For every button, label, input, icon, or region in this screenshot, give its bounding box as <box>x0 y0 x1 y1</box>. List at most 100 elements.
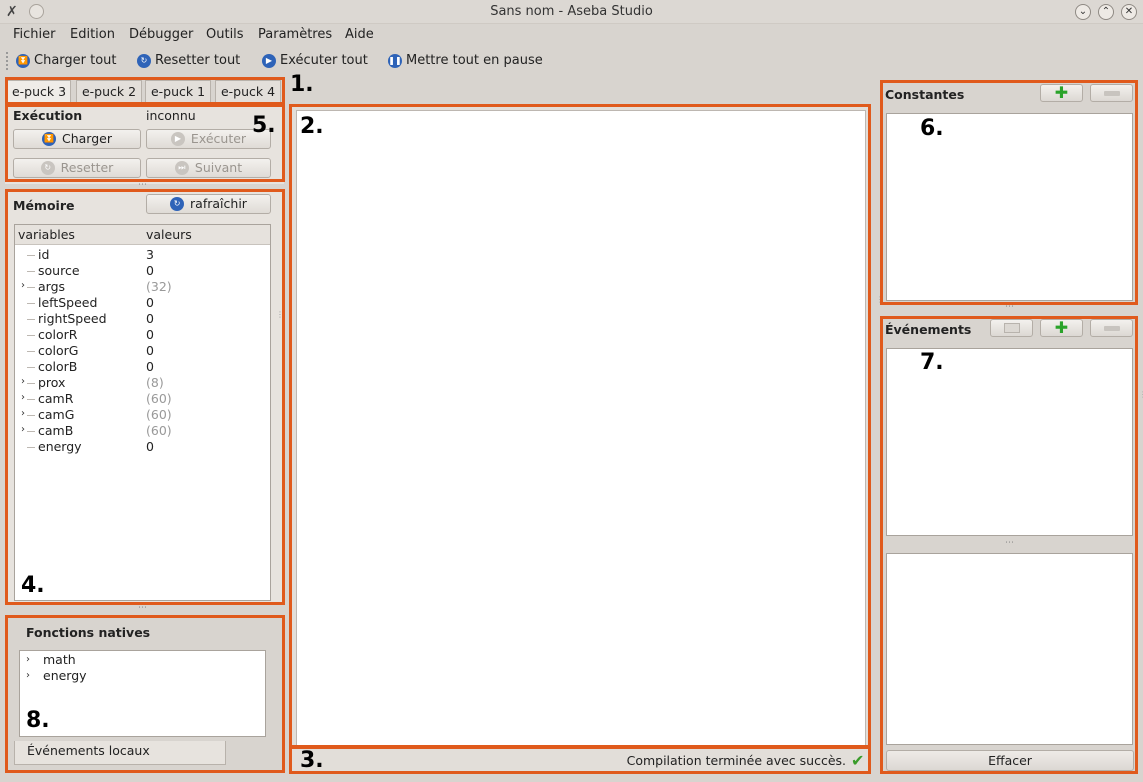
splitter-handle[interactable]: ⋯ <box>1005 302 1015 312</box>
memory-variable-name[interactable]: colorB <box>38 359 77 375</box>
native-function-math[interactable]: math <box>43 652 76 667</box>
load-all-label: Charger tout <box>34 53 117 68</box>
memory-variable-name[interactable]: rightSpeed <box>38 311 107 327</box>
expand-arrow-icon[interactable]: › <box>21 376 25 387</box>
constants-title: Constantes <box>885 87 965 102</box>
splitter-handle-vertical[interactable]: ⋮ <box>276 310 284 319</box>
clear-button[interactable]: Effacer <box>886 750 1134 771</box>
load-label: Charger <box>62 131 112 146</box>
tree-branch-line <box>27 447 35 448</box>
memory-variable-value[interactable]: (60) <box>146 391 172 407</box>
splitter-handle-vertical[interactable]: ⋮ <box>876 295 884 304</box>
menu-parametres[interactable]: Paramètres <box>258 27 332 42</box>
reset-label: Resetter <box>60 160 114 175</box>
code-editor[interactable] <box>296 110 866 747</box>
memory-variable-name[interactable]: energy <box>38 439 82 455</box>
memory-variable-value[interactable]: 0 <box>146 359 154 375</box>
remove-constant-button[interactable] <box>1090 84 1133 102</box>
reset-icon: ↻ <box>137 53 151 68</box>
play-icon: ▶ <box>170 132 185 146</box>
load-all-button[interactable]: ⏬ Charger tout <box>16 53 117 68</box>
expand-arrow-icon[interactable]: › <box>21 280 25 291</box>
memory-variable-value[interactable]: 3 <box>146 247 154 263</box>
memory-variable-value[interactable]: (32) <box>146 279 172 295</box>
memory-variable-name[interactable]: prox <box>38 375 65 391</box>
splitter-handle[interactable]: ⋯ <box>1005 538 1015 548</box>
events-log[interactable] <box>886 553 1133 745</box>
maximize-icon[interactable]: ⌃ <box>1098 4 1114 20</box>
memory-variable-value[interactable]: 0 <box>146 439 154 455</box>
load-button[interactable]: ⏬ Charger <box>13 129 141 149</box>
expand-arrow-icon[interactable]: › <box>21 424 25 435</box>
splitter-handle[interactable]: ⋯ <box>138 603 148 613</box>
remove-event-button[interactable] <box>1090 319 1133 337</box>
tab-e-puck-3[interactable]: e-puck 3 <box>7 80 71 104</box>
splitter-handle[interactable]: ⋯ <box>138 180 148 190</box>
add-constant-button[interactable]: ✚ <box>1040 84 1083 102</box>
tab-e-puck-1[interactable]: e-puck 1 <box>145 80 211 104</box>
memory-variable-name[interactable]: id <box>38 247 49 263</box>
add-event-button[interactable]: ✚ <box>1040 319 1083 337</box>
annotation-6: 6. <box>920 116 944 141</box>
tab-local-events[interactable]: Événements locaux <box>14 741 226 765</box>
expand-arrow-icon[interactable]: › <box>26 670 30 681</box>
menu-fichier[interactable]: Fichier <box>13 27 56 42</box>
column-values[interactable]: valeurs <box>146 225 192 244</box>
menu-debugger[interactable]: Débugger <box>129 27 193 42</box>
refresh-icon: ↻ <box>170 197 185 211</box>
memory-variable-value[interactable]: 0 <box>146 311 154 327</box>
expand-arrow-icon[interactable]: › <box>26 654 30 665</box>
next-button[interactable]: ⏭ Suivant <box>146 158 271 178</box>
annotation-8: 8. <box>26 708 50 733</box>
tab-e-puck-2[interactable]: e-puck 2 <box>76 80 142 104</box>
splitter-handle-vertical[interactable]: ⋮ <box>1139 390 1143 399</box>
events-list[interactable] <box>886 348 1133 536</box>
close-icon[interactable]: ✕ <box>1121 4 1137 20</box>
tree-branch-line <box>27 367 35 368</box>
send-event-button[interactable] <box>990 319 1033 337</box>
step-icon: ⏭ <box>174 161 189 175</box>
compilation-status: Compilation terminée avec succès. <box>626 753 846 768</box>
memory-variable-name[interactable]: camG <box>38 407 74 423</box>
memory-variable-value[interactable]: 0 <box>146 263 154 279</box>
memory-variable-value[interactable]: 0 <box>146 295 154 311</box>
minimize-icon[interactable]: ⌄ <box>1075 4 1091 20</box>
run-label: Exécuter <box>190 131 247 146</box>
window-title: Sans nom - Aseba Studio <box>490 4 653 19</box>
memory-variable-name[interactable]: args <box>38 279 65 295</box>
constants-list[interactable] <box>886 113 1133 301</box>
refresh-button[interactable]: ↻ rafraîchir <box>146 194 271 214</box>
native-function-energy[interactable]: energy <box>43 668 87 683</box>
annotation-1: 1. <box>290 72 314 97</box>
execution-title: Exécution <box>13 108 83 123</box>
menu-edition[interactable]: Edition <box>70 27 115 42</box>
reset-all-button[interactable]: ↻ Resetter tout <box>137 53 240 68</box>
memory-variable-name[interactable]: source <box>38 263 80 279</box>
reset-icon: ↻ <box>40 161 55 175</box>
tree-branch-line <box>27 399 35 400</box>
memory-variable-value[interactable]: 0 <box>146 327 154 343</box>
memory-variable-value[interactable]: (8) <box>146 375 164 391</box>
refresh-label: rafraîchir <box>190 196 247 211</box>
memory-variable-value[interactable]: (60) <box>146 423 172 439</box>
memory-variable-value[interactable]: 0 <box>146 343 154 359</box>
memory-variable-name[interactable]: colorR <box>38 327 77 343</box>
load-icon: ⏬ <box>16 53 30 68</box>
reset-button[interactable]: ↻ Resetter <box>13 158 141 178</box>
tab-e-puck-4[interactable]: e-puck 4 <box>215 80 281 104</box>
title-bar: ✗ Sans nom - Aseba Studio ⌄ ⌃ ✕ <box>0 0 1143 24</box>
column-variables[interactable]: variables <box>18 225 75 244</box>
run-all-button[interactable]: ▶ Exécuter tout <box>262 53 368 68</box>
events-title: Événements <box>885 322 972 337</box>
memory-variable-value[interactable]: (60) <box>146 407 172 423</box>
memory-variable-name[interactable]: camR <box>38 391 73 407</box>
memory-variable-name[interactable]: leftSpeed <box>38 295 97 311</box>
memory-variable-name[interactable]: colorG <box>38 343 78 359</box>
tree-branch-line <box>27 255 35 256</box>
memory-variable-name[interactable]: camB <box>38 423 73 439</box>
menu-outils[interactable]: Outils <box>206 27 244 42</box>
expand-arrow-icon[interactable]: › <box>21 392 25 403</box>
pause-all-button[interactable]: ❚❚ Mettre tout en pause <box>388 53 543 68</box>
expand-arrow-icon[interactable]: › <box>21 408 25 419</box>
menu-aide[interactable]: Aide <box>345 27 374 42</box>
